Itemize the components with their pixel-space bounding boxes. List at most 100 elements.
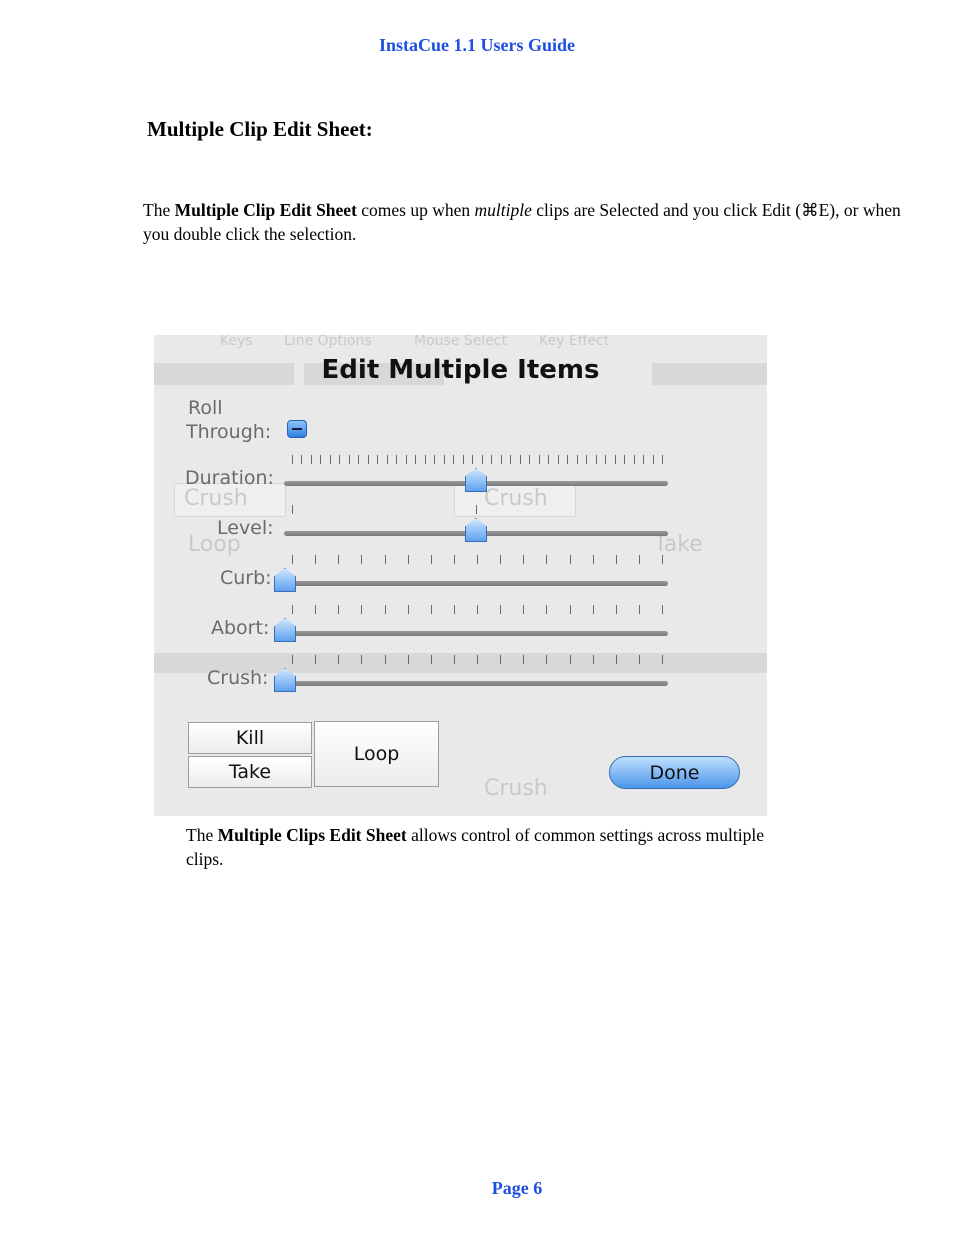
- slider-tick: [662, 655, 663, 664]
- slider-tick: [500, 455, 502, 464]
- slider-tick: [546, 605, 548, 614]
- slider-tick: [546, 555, 548, 564]
- slider-label: Abort:: [211, 617, 270, 639]
- slider-tick: [434, 455, 436, 464]
- slider-tick: [500, 555, 502, 564]
- slider-tick: [615, 655, 617, 664]
- roll-through-label-line1: Roll: [188, 397, 223, 419]
- kill-button[interactable]: Kill: [188, 722, 312, 754]
- slider-tick: [638, 655, 640, 664]
- slider-knob[interactable]: [465, 468, 487, 492]
- intro-paragraph: The Multiple Clip Edit Sheet comes up wh…: [143, 198, 913, 246]
- slider-tick: [315, 605, 317, 614]
- slider-tick: [462, 455, 464, 464]
- slider-tick: [652, 455, 654, 464]
- slider-tick: [339, 455, 341, 464]
- slider-tick: [481, 455, 483, 464]
- slider-track[interactable]: [284, 631, 668, 636]
- slider-tick: [477, 605, 478, 614]
- slider-tick: [523, 605, 525, 614]
- ghost-crush-left: Crush: [184, 486, 248, 511]
- slider-track[interactable]: [284, 681, 668, 686]
- slider-tick: [384, 555, 386, 564]
- slider-tick: [500, 605, 502, 614]
- slider-knob[interactable]: [274, 568, 296, 592]
- slider-tick: [315, 555, 317, 564]
- slider-tick: [592, 655, 594, 664]
- slider-tick: [529, 455, 531, 464]
- slider-tick: [453, 455, 455, 464]
- slider-tick: [407, 605, 409, 614]
- slider-knob[interactable]: [274, 618, 296, 642]
- slider-label: Level:: [217, 517, 274, 539]
- slider-tick: [624, 455, 626, 464]
- loop-button[interactable]: Loop: [314, 721, 439, 787]
- slider-label: Duration:: [185, 467, 274, 489]
- slider-tick: [320, 455, 322, 464]
- slider-ticks: [292, 555, 663, 565]
- slider-knob[interactable]: [465, 518, 487, 542]
- slider-tick: [361, 605, 363, 614]
- page-number: Page 6: [491, 1178, 543, 1198]
- roll-through-mixed-checkbox[interactable]: [287, 420, 307, 438]
- slider-track[interactable]: [284, 581, 668, 586]
- slider-tick: [546, 655, 548, 664]
- slider-tick: [614, 455, 616, 464]
- slider-tick: [338, 605, 340, 614]
- slider-tick: [384, 655, 386, 664]
- done-button[interactable]: Done: [609, 756, 740, 789]
- slider-ticks: [292, 505, 662, 515]
- slider-tick: [415, 455, 417, 464]
- slider-tick: [491, 455, 493, 464]
- take-button[interactable]: Take: [188, 756, 312, 788]
- intro-bold-term: Multiple Clip Edit Sheet: [174, 200, 357, 220]
- slider-tick: [567, 455, 569, 464]
- dialog-title: Edit Multiple Items: [321, 355, 600, 385]
- slider-tick: [348, 455, 350, 464]
- slider-tick: [586, 455, 588, 464]
- slider-tick: [361, 655, 363, 664]
- slider-tick: [510, 455, 512, 464]
- slider-label: Crush:: [207, 667, 269, 689]
- slider-tick: [329, 455, 331, 464]
- slider-tick: [662, 455, 663, 464]
- slider-tick: [476, 505, 477, 514]
- slider-tick: [338, 555, 340, 564]
- slider-tick: [633, 455, 635, 464]
- slider-tick: [643, 455, 645, 464]
- section-title: Multiple Clip Edit Sheet:: [147, 117, 373, 141]
- slider-tick: [557, 455, 559, 464]
- slider-ticks: [292, 655, 663, 665]
- slider-tick: [301, 455, 303, 464]
- ghost-tab-key-effect: Key Effect: [539, 335, 610, 349]
- slider-tick: [361, 555, 363, 564]
- slider-tick: [569, 605, 571, 614]
- slider-tick: [384, 605, 386, 614]
- slider-ticks: [292, 455, 663, 465]
- intro-text-1: The: [143, 200, 175, 220]
- slider-tick: [424, 455, 426, 464]
- slider-tick: [548, 455, 550, 464]
- slider-tick: [396, 455, 398, 464]
- slider-tick: [662, 605, 663, 614]
- caption-bold-term: Multiple Clips Edit Sheet: [217, 825, 407, 845]
- slider-tick: [407, 555, 409, 564]
- slider-tick: [367, 455, 369, 464]
- slider-tick: [315, 655, 317, 664]
- slider-tick: [453, 605, 455, 614]
- slider-tick: [477, 655, 478, 664]
- slider-tick: [638, 555, 640, 564]
- slider-tick: [292, 505, 293, 514]
- slider-tick: [292, 555, 293, 564]
- slider-tick: [405, 455, 407, 464]
- slider-tick: [538, 455, 540, 464]
- intro-italic-term: multiple: [474, 200, 532, 220]
- ghost-tab-line-options: Line Options: [284, 335, 372, 349]
- slider-tick: [338, 655, 340, 664]
- slider-tick: [453, 655, 455, 664]
- slider-tick: [430, 605, 432, 614]
- slider-tick: [592, 555, 594, 564]
- slider-tick: [472, 455, 474, 464]
- slider-tick: [519, 455, 521, 464]
- slider-ticks: [292, 605, 663, 615]
